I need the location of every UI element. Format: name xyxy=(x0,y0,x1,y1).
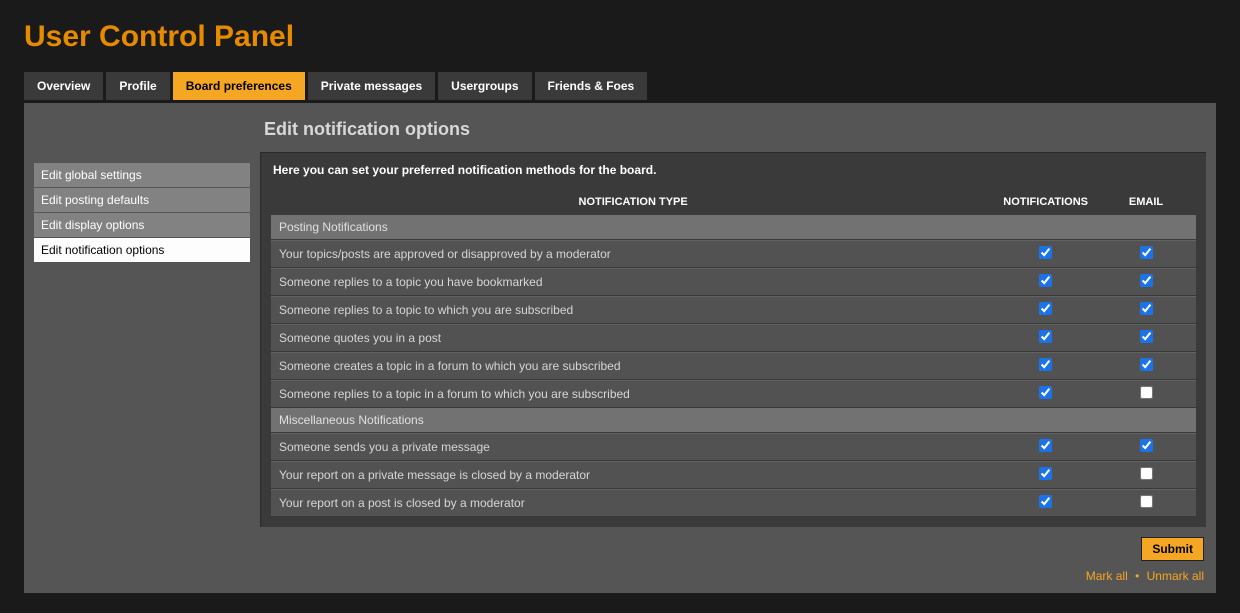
table-row: Someone creates a topic in a forum to wh… xyxy=(271,352,1196,379)
sidebar-item-posting-defaults[interactable]: Edit posting defaults xyxy=(34,188,250,212)
notification-checkbox[interactable] xyxy=(1039,358,1052,371)
tabs: Overview Profile Board preferences Priva… xyxy=(24,72,1216,100)
tab-usergroups[interactable]: Usergroups xyxy=(438,72,531,100)
page-title: User Control Panel xyxy=(24,20,1216,54)
table-row: Your report on a private message is clos… xyxy=(271,461,1196,488)
tab-overview[interactable]: Overview xyxy=(24,72,103,100)
bottom-actions: Submit Mark all • Unmark all xyxy=(260,537,1206,583)
notification-checkbox[interactable] xyxy=(1039,246,1052,259)
tab-friends-foes[interactable]: Friends & Foes xyxy=(535,72,648,100)
email-checkbox[interactable] xyxy=(1140,274,1153,287)
content-box: Here you can set your preferred notifica… xyxy=(260,152,1206,527)
table-row: Someone quotes you in a post xyxy=(271,324,1196,351)
email-checkbox[interactable] xyxy=(1140,330,1153,343)
email-checkbox[interactable] xyxy=(1140,467,1153,480)
notification-checkbox[interactable] xyxy=(1039,495,1052,508)
notification-label: Someone creates a topic in a forum to wh… xyxy=(271,352,995,379)
notification-label: Your topics/posts are approved or disapp… xyxy=(271,240,995,267)
sidebar-item-display-options[interactable]: Edit display options xyxy=(34,213,250,237)
notification-label: Someone replies to a topic in a forum to… xyxy=(271,380,995,407)
notification-label: Someone quotes you in a post xyxy=(271,324,995,351)
notification-checkbox[interactable] xyxy=(1039,439,1052,452)
email-checkbox[interactable] xyxy=(1140,246,1153,259)
notification-label: Someone replies to a topic to which you … xyxy=(271,296,995,323)
notification-checkbox[interactable] xyxy=(1039,274,1052,287)
email-checkbox[interactable] xyxy=(1140,439,1153,452)
sidebar: Edit global settings Edit posting defaul… xyxy=(34,163,250,263)
table-row: Someone sends you a private message xyxy=(271,433,1196,460)
mark-all-link[interactable]: Mark all xyxy=(1086,569,1128,583)
notification-checkbox[interactable] xyxy=(1039,330,1052,343)
table-row: Someone replies to a topic to which you … xyxy=(271,296,1196,323)
email-checkbox[interactable] xyxy=(1140,302,1153,315)
notification-checkbox[interactable] xyxy=(1039,302,1052,315)
notification-label: Someone sends you a private message xyxy=(271,433,995,460)
submit-button[interactable]: Submit xyxy=(1141,537,1204,561)
th-notifications: NOTIFICATIONS xyxy=(995,190,1096,214)
section-title: Edit notification options xyxy=(264,119,1206,140)
table-row: Someone replies to a topic you have book… xyxy=(271,268,1196,295)
table-row: Someone replies to a topic in a forum to… xyxy=(271,380,1196,407)
group-header: Miscellaneous Notifications xyxy=(271,408,1196,432)
group-header: Posting Notifications xyxy=(271,215,1196,239)
email-checkbox[interactable] xyxy=(1140,386,1153,399)
notification-label: Your report on a post is closed by a mod… xyxy=(271,489,995,516)
intro-text: Here you can set your preferred notifica… xyxy=(271,163,1196,177)
main-content: Edit notification options Here you can s… xyxy=(260,113,1206,583)
notification-checkbox[interactable] xyxy=(1039,386,1052,399)
notification-label: Your report on a private message is clos… xyxy=(271,461,995,488)
email-checkbox[interactable] xyxy=(1140,358,1153,371)
tab-profile[interactable]: Profile xyxy=(106,72,169,100)
sidebar-item-global-settings[interactable]: Edit global settings xyxy=(34,163,250,187)
sidebar-item-notification-options[interactable]: Edit notification options xyxy=(34,238,250,262)
unmark-all-link[interactable]: Unmark all xyxy=(1147,569,1204,583)
panel: Edit global settings Edit posting defaul… xyxy=(24,103,1216,593)
table-row: Your report on a post is closed by a mod… xyxy=(271,489,1196,516)
notification-label: Someone replies to a topic you have book… xyxy=(271,268,995,295)
th-email: EMAIL xyxy=(1096,190,1196,214)
link-separator: • xyxy=(1135,569,1139,583)
email-checkbox[interactable] xyxy=(1140,495,1153,508)
mark-links: Mark all • Unmark all xyxy=(260,569,1204,583)
th-type: NOTIFICATION TYPE xyxy=(271,190,995,214)
tab-private-messages[interactable]: Private messages xyxy=(308,72,435,100)
table-row: Your topics/posts are approved or disapp… xyxy=(271,240,1196,267)
tab-board-preferences[interactable]: Board preferences xyxy=(173,72,305,100)
notification-checkbox[interactable] xyxy=(1039,467,1052,480)
notification-table: NOTIFICATION TYPE NOTIFICATIONS EMAIL Po… xyxy=(271,189,1196,517)
